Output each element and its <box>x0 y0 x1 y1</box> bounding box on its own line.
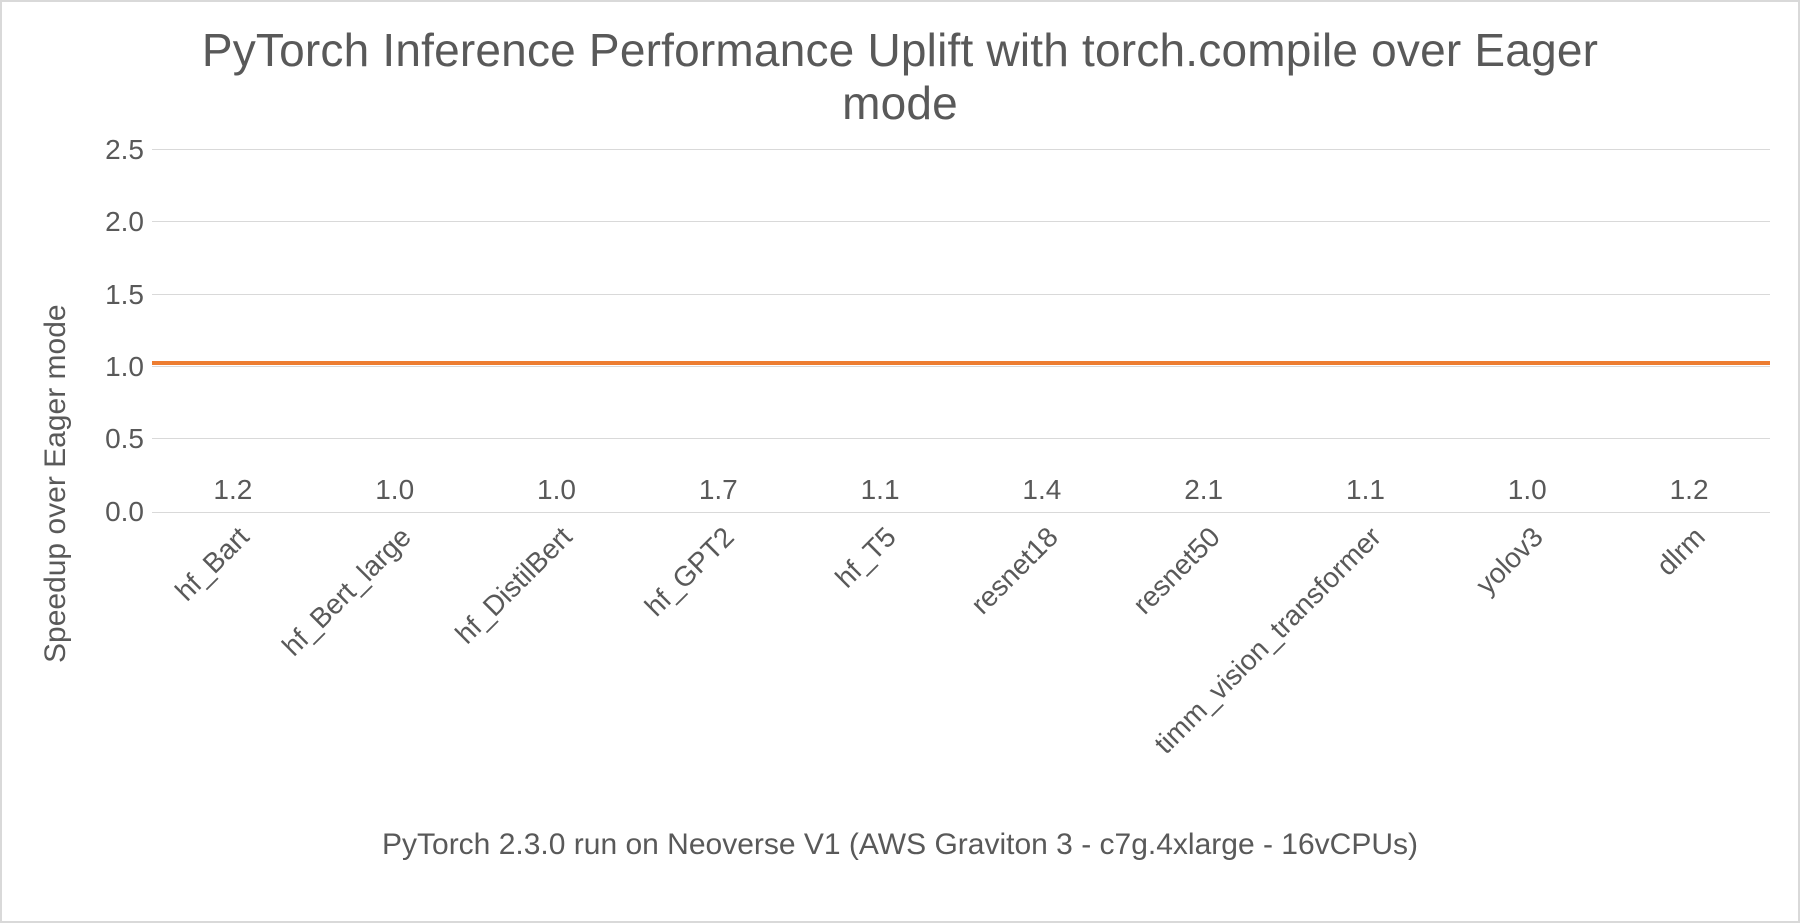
x-tick: dlrm <box>1608 521 1770 821</box>
bar-value-label: 1.0 <box>1508 474 1547 506</box>
x-tick-label: hf_T5 <box>829 521 902 594</box>
bar-value-label: 2.1 <box>1184 474 1223 506</box>
bar-value-label: 1.0 <box>375 474 414 506</box>
x-tick-label: hf_GPT2 <box>639 521 741 623</box>
y-axis-ticks: 2.5 2.0 1.5 1.0 0.5 0.0 <box>82 150 152 512</box>
x-tick-label: dlrm <box>1651 521 1712 582</box>
bar-value-label: 1.4 <box>1022 474 1061 506</box>
y-tick: 0.0 <box>105 498 144 526</box>
plot-column: 1.2 1.0 1.0 1.7 <box>152 144 1770 824</box>
y-tick: 0.5 <box>105 425 144 453</box>
bar-value-label: 1.7 <box>699 474 738 506</box>
chart-title: PyTorch Inference Performance Uplift wit… <box>150 24 1650 130</box>
y-tick: 2.0 <box>105 208 144 236</box>
y-tick: 1.5 <box>105 281 144 309</box>
bar-value-label: 1.1 <box>1346 474 1385 506</box>
x-tick-label: resnet18 <box>965 521 1065 621</box>
x-tick-label: yolov3 <box>1470 521 1550 601</box>
bars-container: 1.2 1.0 1.0 1.7 <box>152 150 1770 512</box>
y-tick: 1.0 <box>105 353 144 381</box>
x-axis: hf_Bart hf_Bert_large hf_DistilBert hf_G… <box>152 521 1770 821</box>
x-tick: hf_GPT2 <box>637 521 799 821</box>
x-tick: hf_DistilBert <box>476 521 638 821</box>
x-tick: yolov3 <box>1446 521 1608 821</box>
reference-line <box>152 361 1770 365</box>
x-tick: hf_T5 <box>799 521 961 821</box>
y-tick: 2.5 <box>105 136 144 164</box>
plot-area: 1.2 1.0 1.0 1.7 <box>152 150 1770 513</box>
bar-value-label: 1.2 <box>213 474 252 506</box>
x-tick: timm_vision_transformer <box>1285 521 1447 821</box>
bar-value-label: 1.1 <box>861 474 900 506</box>
y-axis-label: Speedup over Eager mode <box>30 144 82 824</box>
x-tick: resnet18 <box>961 521 1123 821</box>
x-tick: hf_Bert_large <box>314 521 476 821</box>
bar-value-label: 1.2 <box>1670 474 1709 506</box>
chart-frame: PyTorch Inference Performance Uplift wit… <box>0 0 1800 923</box>
x-tick-label: resnet50 <box>1127 521 1227 621</box>
chart-body: Speedup over Eager mode 2.5 2.0 1.5 1.0 … <box>30 144 1770 824</box>
bar-value-label: 1.0 <box>537 474 576 506</box>
x-tick: hf_Bart <box>152 521 314 821</box>
x-tick-label: hf_Bart <box>169 521 255 607</box>
chart-subtitle: PyTorch 2.3.0 run on Neoverse V1 (AWS Gr… <box>30 828 1770 862</box>
